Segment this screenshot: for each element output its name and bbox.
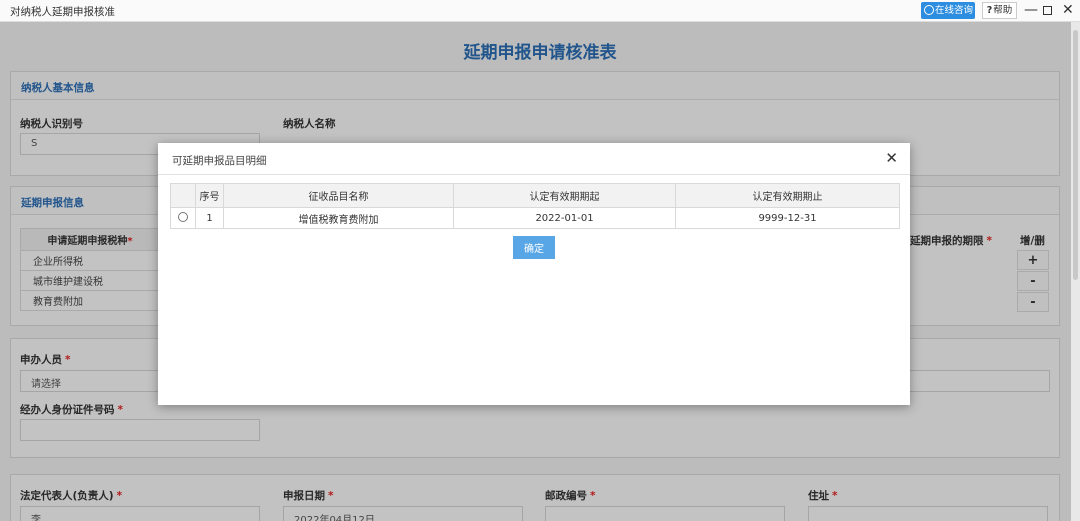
window-close-icon[interactable]: ✕ bbox=[1062, 1, 1074, 19]
chat-icon bbox=[924, 5, 934, 15]
items-table-header: 序号 征收品目名称 认定有效期期起 认定有效期期止 bbox=[170, 183, 900, 208]
online-consult-label: 在线咨询 bbox=[935, 5, 974, 16]
taxable-items-dialog: 可延期申报品目明细 ✕ 序号 征收品目名称 认定有效期期起 认定有效期期止 1 … bbox=[158, 143, 910, 405]
page-scrollbar[interactable] bbox=[1071, 22, 1080, 521]
row-start-date: 2022-01-01 bbox=[453, 207, 676, 229]
help-label: 帮助 bbox=[993, 5, 1013, 16]
dialog-header: 可延期申报品目明细 ✕ bbox=[158, 143, 910, 175]
row-select-cell[interactable] bbox=[170, 207, 196, 229]
table-row[interactable]: 1 增值税教育费附加 2022-01-01 9999-12-31 bbox=[170, 207, 900, 229]
maximize-icon[interactable] bbox=[1043, 6, 1052, 15]
col-start-header: 认定有效期期起 bbox=[453, 183, 676, 208]
scrollbar-thumb[interactable] bbox=[1073, 30, 1078, 280]
minimize-icon[interactable]: — bbox=[1024, 1, 1038, 19]
row-end-date: 9999-12-31 bbox=[675, 207, 900, 229]
help-button[interactable]: ?帮助 bbox=[982, 2, 1017, 19]
window-title: 对纳税人延期申报核准 bbox=[10, 6, 115, 18]
dialog-title: 可延期申报品目明细 bbox=[172, 155, 267, 167]
row-index: 1 bbox=[195, 207, 224, 229]
select-column-header bbox=[170, 183, 196, 208]
dialog-close-icon[interactable]: ✕ bbox=[885, 149, 898, 167]
window-titlebar: 对纳税人延期申报核准 在线咨询 ?帮助 — ✕ bbox=[0, 0, 1080, 22]
row-radio[interactable] bbox=[178, 211, 188, 222]
help-icon: ? bbox=[986, 5, 993, 16]
col-end-header: 认定有效期期止 bbox=[675, 183, 900, 208]
col-index-header: 序号 bbox=[195, 183, 224, 208]
confirm-button[interactable]: 确定 bbox=[513, 236, 555, 259]
items-table: 序号 征收品目名称 认定有效期期起 认定有效期期止 1 增值税教育费附加 202… bbox=[170, 183, 900, 229]
col-item-name-header: 征收品目名称 bbox=[223, 183, 454, 208]
row-item-name: 增值税教育费附加 bbox=[223, 207, 454, 229]
online-consult-button[interactable]: 在线咨询 bbox=[921, 2, 975, 19]
